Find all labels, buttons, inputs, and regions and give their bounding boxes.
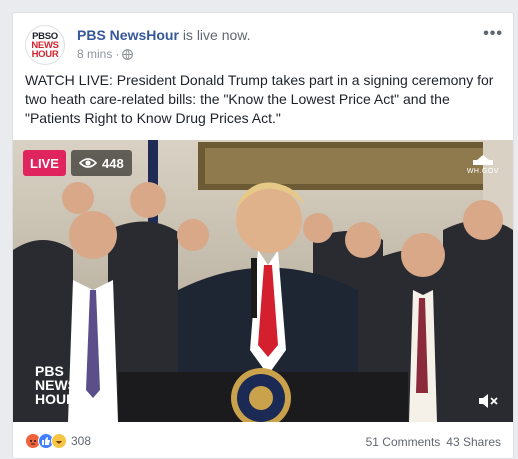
- engagement-stats: 51 Comments 43 Shares: [366, 435, 501, 449]
- watermark-line-3: HOUR: [35, 391, 77, 407]
- whitehouse-logo: WH.GOV: [467, 154, 499, 175]
- meta-separator: ·: [115, 47, 120, 61]
- live-video-player[interactable]: LIVE 448 WH.GOV PBS NEWS HOUR: [13, 140, 513, 422]
- post-title-line: PBS NewsHour is live now.: [77, 27, 251, 43]
- pbs-newshour-watermark: PBS NEWS HOUR: [35, 364, 77, 406]
- whitehouse-icon: [472, 155, 493, 165]
- page-avatar[interactable]: PBSO NEWS HOUR: [25, 25, 65, 65]
- watermark-line-1: PBS: [35, 363, 64, 379]
- live-status-text: is live now.: [182, 27, 251, 43]
- watermark-line-2: NEWS: [35, 377, 77, 393]
- avatar-line-3: HOUR: [31, 48, 59, 60]
- source-label: WH.GOV: [466, 168, 499, 175]
- live-badge: LIVE: [23, 150, 66, 176]
- post-header: PBSO NEWS HOUR PBS NewsHour is live now.…: [25, 25, 503, 69]
- post-message: WATCH LIVE: President Donald Trump takes…: [25, 72, 494, 126]
- video-frame: [13, 140, 513, 422]
- page-name-link[interactable]: PBS NewsHour: [77, 27, 179, 43]
- comments-count-link[interactable]: 51 Comments: [366, 435, 441, 449]
- haha-icon: [51, 433, 67, 449]
- reaction-count: 308: [71, 434, 92, 448]
- post-card: PBSO NEWS HOUR PBS NewsHour is live now.…: [12, 12, 514, 459]
- eye-icon: [79, 158, 97, 168]
- viewer-count: 448: [102, 155, 124, 171]
- post-timestamp[interactable]: 8 mins: [77, 47, 112, 61]
- post-footer: 308 51 Comments 43 Shares: [13, 431, 513, 457]
- viewer-count-badge: 448: [71, 150, 132, 176]
- reaction-summary[interactable]: 308: [25, 433, 91, 449]
- shares-count-link[interactable]: 43 Shares: [446, 435, 501, 449]
- speaker-muted-icon[interactable]: [477, 392, 499, 410]
- more-options-button[interactable]: •••: [483, 26, 503, 42]
- post-meta: 8 mins ·: [77, 47, 134, 61]
- globe-icon[interactable]: [122, 48, 134, 60]
